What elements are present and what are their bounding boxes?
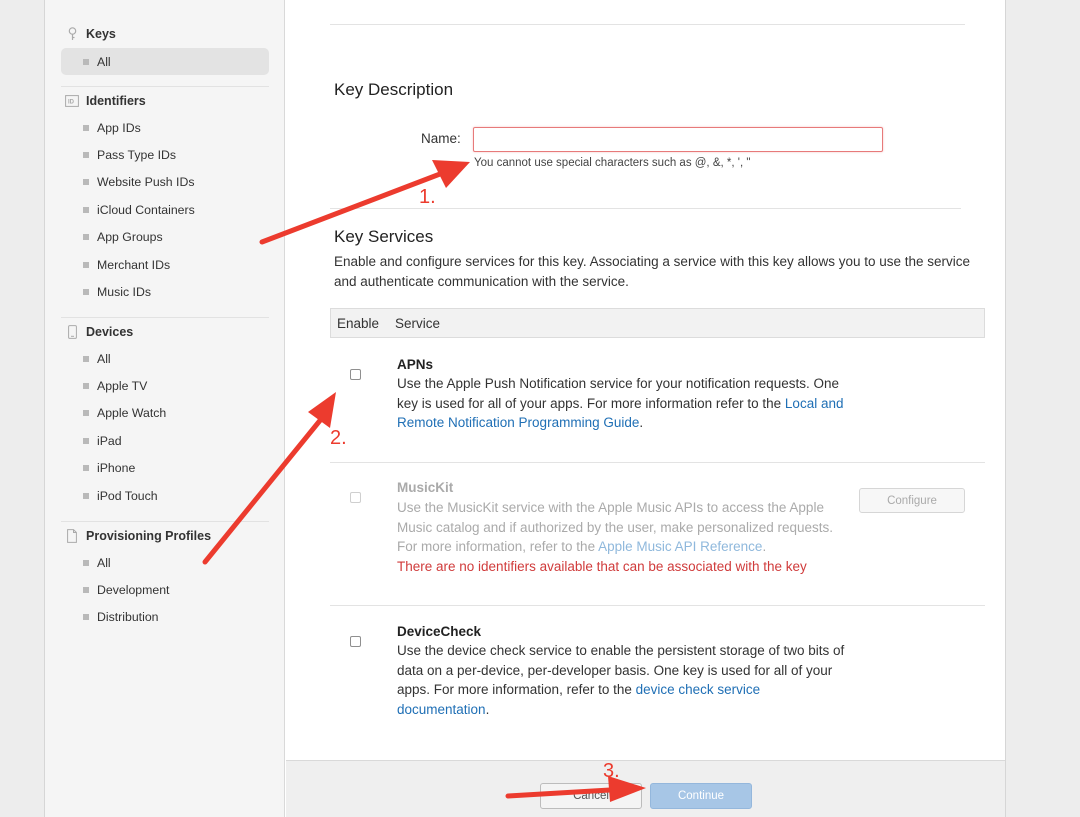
sidebar-item-ipod-touch[interactable]: iPod Touch [61,482,269,509]
key-services-heading: Key Services [334,227,434,246]
bullet-icon [83,437,89,444]
bullet-icon [83,289,89,296]
sidebar-item-development[interactable]: Development [61,576,269,603]
devicecheck-checkbox[interactable] [350,636,361,647]
sidebar-section-identifiers: ID Identifiers App IDs Pass Type IDs Web… [61,86,269,306]
footer-bar: Cancel Continue [286,760,1005,817]
sidebar-item-app-groups[interactable]: App Groups [61,224,269,251]
key-icon [65,27,79,41]
bullet-icon [83,179,89,186]
bullet-icon [83,58,89,65]
sidebar-section-devices: Devices All Apple TV Apple Watch iPad iP… [61,317,269,509]
app-frame: Keys All ID Identifiers App IDs Pass Typ… [44,0,1006,817]
top-divider [330,24,965,25]
sidebar-item-devices-all[interactable]: All [61,345,269,372]
bullet-icon [83,383,89,390]
main-content: Key Description Name: You cannot use spe… [286,0,1005,760]
device-icon [65,324,79,339]
bullet-icon [83,465,89,472]
apns-checkbox[interactable] [350,369,361,380]
service-title: DeviceCheck [397,624,482,639]
service-description: Use the MusicKit service with the Apple … [397,500,833,574]
bullet-icon [83,614,89,621]
service-row-musickit: MusicKit Use the MusicKit service with t… [330,463,985,606]
sidebar-heading-devices: Devices [61,317,269,345]
sidebar-heading-keys: Keys [61,20,269,48]
service-row-devicecheck: DeviceCheck Use the device check service… [330,606,985,731]
music-api-reference-link[interactable]: Apple Music API Reference [598,539,762,554]
service-row-apns: APNs Use the Apple Push Notification ser… [330,338,985,463]
bullet-icon [83,206,89,213]
name-input[interactable] [473,127,883,152]
service-description: Use the Apple Push Notification service … [397,376,844,431]
step-3-label: 3. [603,760,620,782]
bullet-icon [83,234,89,241]
bullet-icon [83,355,89,362]
sidebar: Keys All ID Identifiers App IDs Pass Typ… [45,0,285,817]
bullet-icon [83,261,89,268]
bullet-icon [83,152,89,159]
sidebar-item-apple-watch[interactable]: Apple Watch [61,400,269,427]
configure-button[interactable]: Configure [859,488,965,513]
sidebar-section-keys: Keys All [61,20,269,76]
service-description: Use the device check service to enable t… [397,643,845,717]
sidebar-heading-identifiers: ID Identifiers [61,86,269,114]
sidebar-item-icloud-containers[interactable]: iCloud Containers [61,196,269,223]
sidebar-item-pass-type-ids[interactable]: Pass Type IDs [61,141,269,168]
sidebar-item-app-ids[interactable]: App IDs [61,114,269,141]
sidebar-item-merchant-ids[interactable]: Merchant IDs [61,251,269,278]
name-label: Name: [421,131,461,146]
document-icon [65,528,79,543]
svg-text:ID: ID [68,99,75,105]
column-enable: Enable [337,315,380,331]
sidebar-item-keys-all[interactable]: All [61,48,269,76]
sidebar-item-iphone[interactable]: iPhone [61,455,269,482]
services-table-header: Enable Service [330,308,985,338]
service-title: MusicKit [397,480,454,495]
bullet-icon [83,492,89,499]
bullet-icon [83,410,89,417]
column-service: Service [395,315,441,331]
sidebar-item-apple-tv[interactable]: Apple TV [61,372,269,399]
continue-button[interactable]: Continue [650,783,752,809]
id-icon: ID [65,94,79,108]
key-services-intro: Enable and configure services for this k… [334,254,971,289]
bullet-icon [83,124,89,131]
sidebar-item-distribution[interactable]: Distribution [61,604,269,631]
musickit-checkbox [350,492,361,503]
bullet-icon [83,559,89,566]
sidebar-section-provisioning-profiles: Provisioning Profiles All Development Di… [61,521,269,631]
sidebar-heading-provisioning-profiles: Provisioning Profiles [61,521,269,549]
name-hint: You cannot use special characters such a… [474,157,751,169]
sidebar-item-ipad[interactable]: iPad [61,427,269,454]
sidebar-item-profiles-all[interactable]: All [61,549,269,576]
bullet-icon [83,587,89,594]
cancel-button[interactable]: Cancel [540,783,642,809]
musickit-warning: There are no identifiers available that … [397,558,807,574]
sidebar-item-music-ids[interactable]: Music IDs [61,278,269,305]
sidebar-item-website-push-ids[interactable]: Website Push IDs [61,169,269,196]
step-1-label: 1. [419,186,436,208]
key-description-heading: Key Description [334,80,454,99]
step-2-label: 2. [330,427,347,449]
service-title: APNs [397,357,434,372]
